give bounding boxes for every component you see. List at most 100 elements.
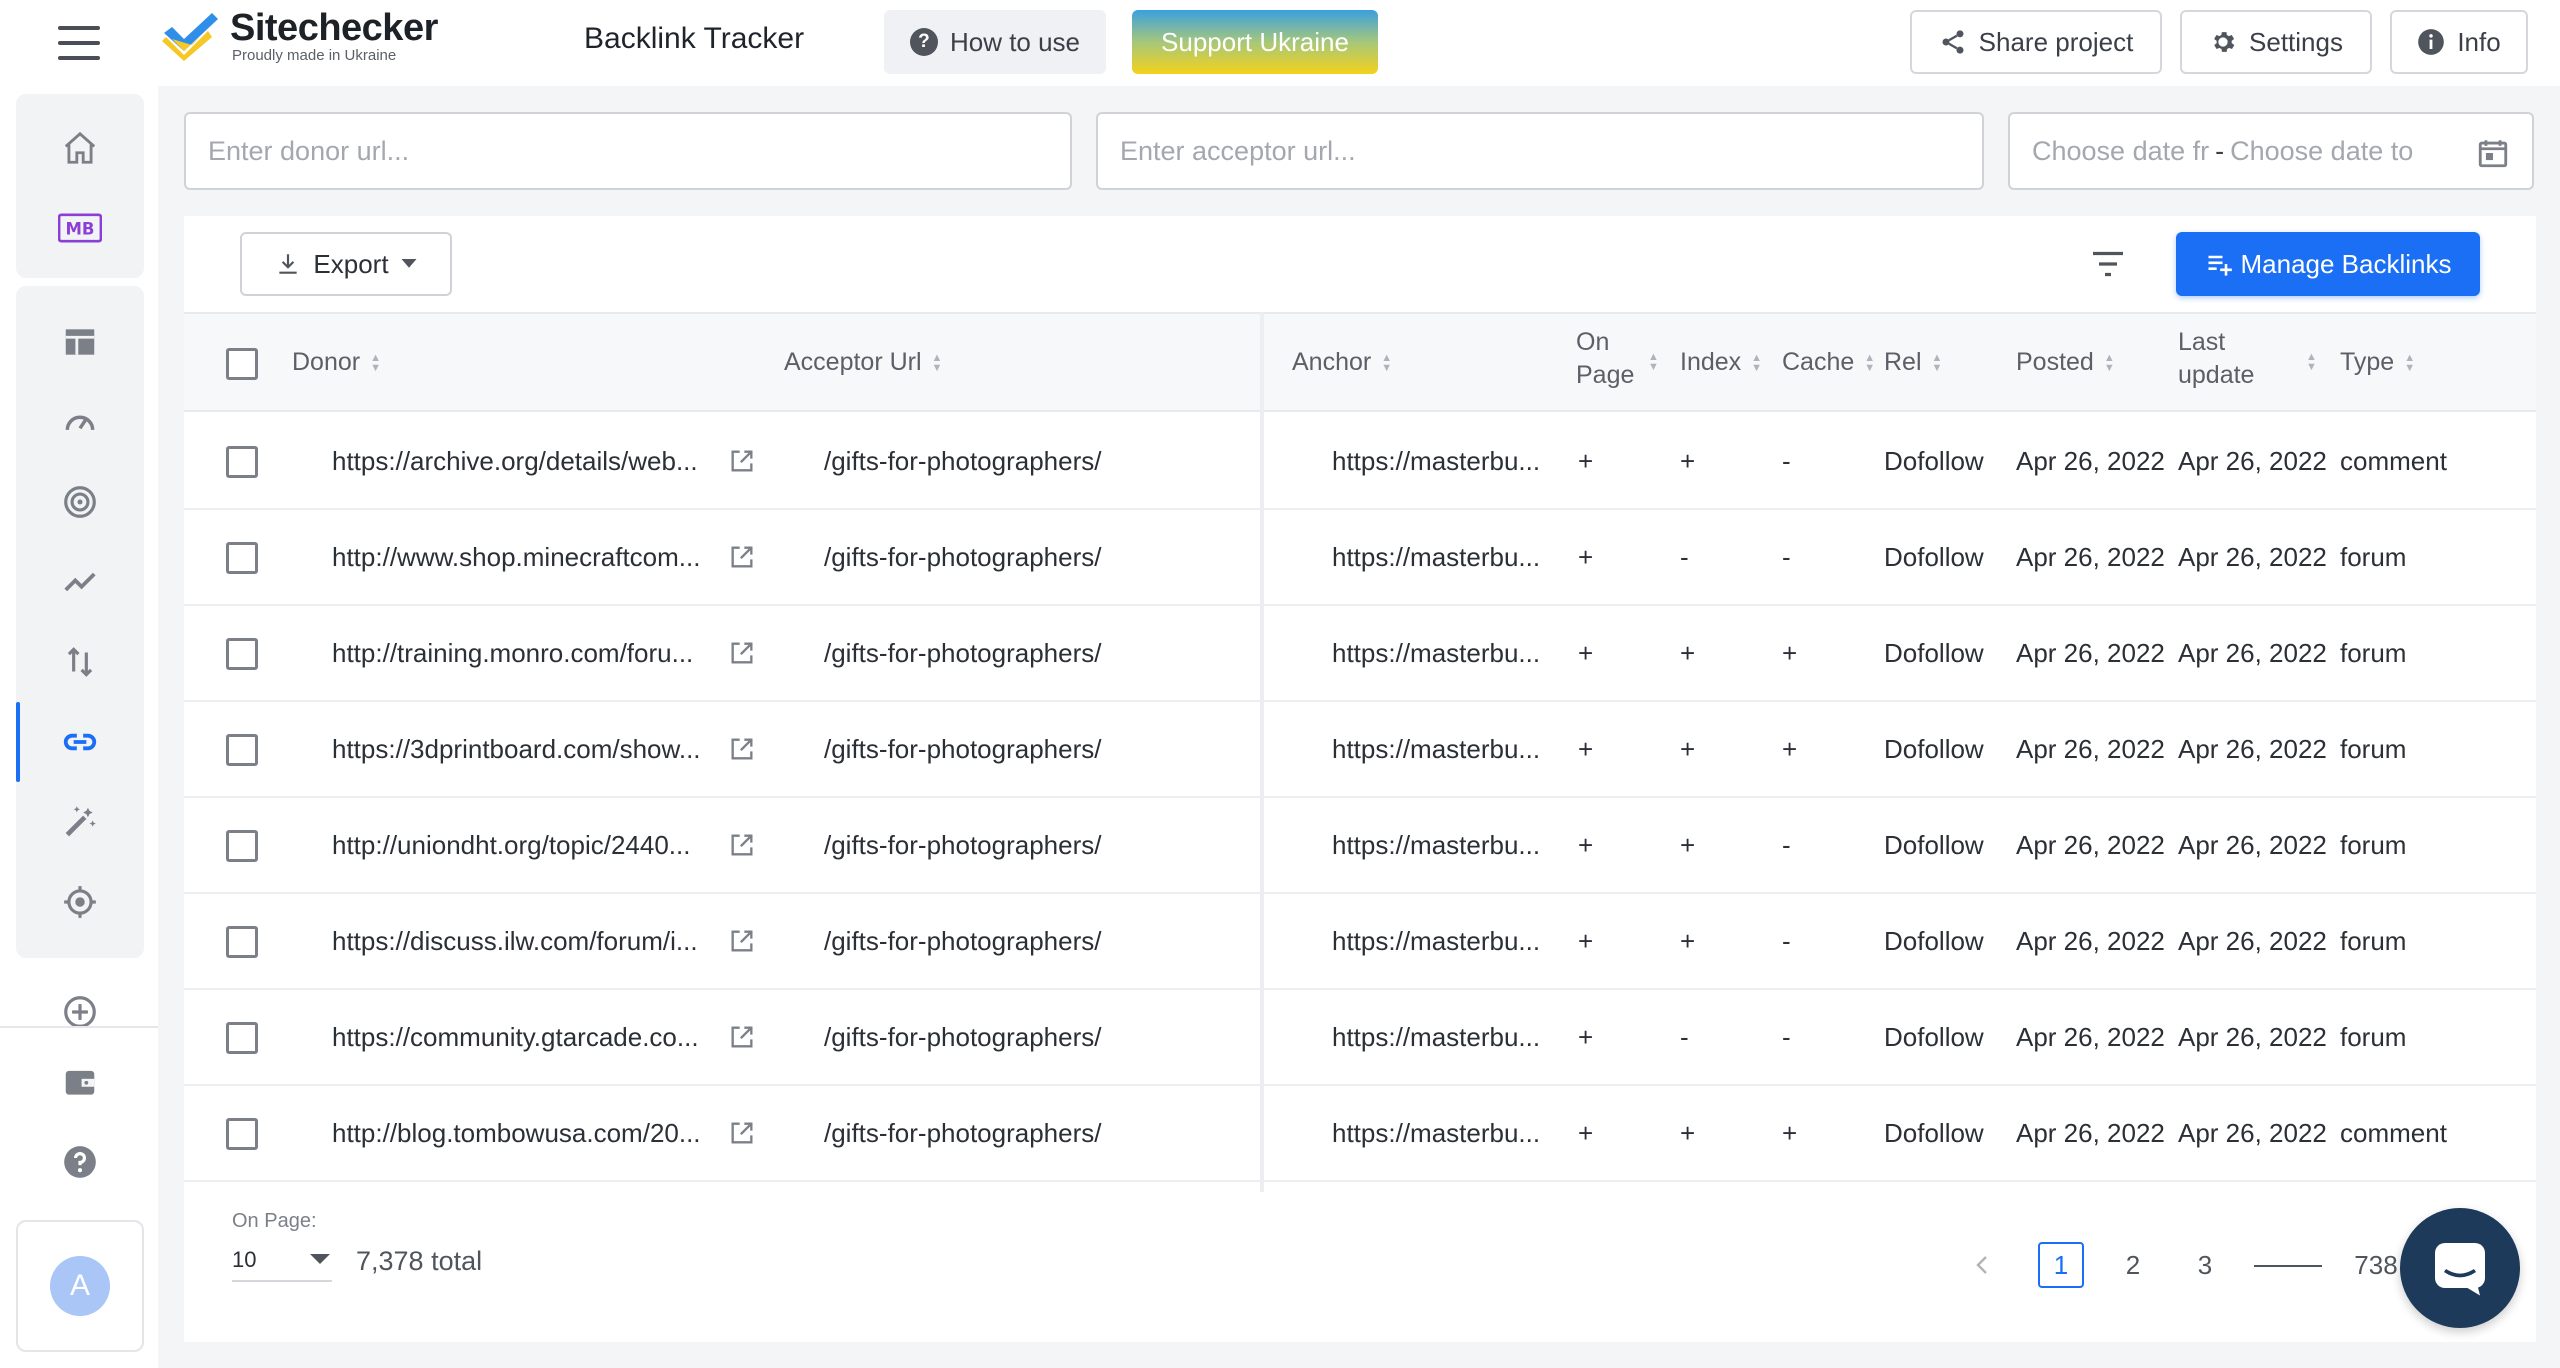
- table-row[interactable]: https://3dprintboard.com/show... /gifts-f…: [184, 702, 2536, 798]
- col-donor[interactable]: Donor ▲ ▼: [292, 348, 381, 377]
- magic-wand-icon[interactable]: [16, 792, 144, 852]
- target-icon[interactable]: [16, 472, 144, 532]
- share-project-button[interactable]: Share project: [1910, 10, 2162, 74]
- export-button[interactable]: Export: [240, 232, 452, 296]
- home-icon[interactable]: [16, 118, 144, 178]
- page-2-button[interactable]: 2: [2110, 1242, 2156, 1288]
- sort-arrows-icon[interactable]: [16, 632, 144, 692]
- rel-cell: Dofollow: [1884, 925, 1984, 956]
- page-1-button[interactable]: 1: [2038, 1242, 2084, 1288]
- date-from-input[interactable]: Choose date fr: [2032, 136, 2209, 167]
- acceptor-url-input[interactable]: [1120, 114, 1982, 188]
- col-acceptor[interactable]: Acceptor Url ▲ ▼: [784, 348, 942, 377]
- acceptor-url-field[interactable]: [1096, 112, 1984, 190]
- external-link-icon[interactable]: [728, 1023, 756, 1051]
- col-last-update[interactable]: Last update: [2178, 328, 2254, 390]
- anchor-cell[interactable]: https://masterbu...: [1332, 894, 1560, 988]
- external-link-icon[interactable]: [728, 639, 756, 667]
- col-onpage[interactable]: On Page: [1576, 328, 1634, 390]
- donor-cell[interactable]: http://training.monro.com/foru...: [332, 606, 722, 700]
- calendar-icon[interactable]: [2476, 136, 2510, 170]
- external-link-icon[interactable]: [728, 927, 756, 955]
- row-checkbox[interactable]: [226, 542, 258, 574]
- external-link-icon[interactable]: [728, 735, 756, 763]
- table-row[interactable]: http://uniondht.org/topic/2440... /gifts-…: [184, 798, 2536, 894]
- filter-icon[interactable]: [2088, 246, 2128, 282]
- table-row[interactable]: http://www.shop.minecraftcom... /gifts-fo…: [184, 510, 2536, 606]
- external-link-icon[interactable]: [728, 447, 756, 475]
- anchor-cell[interactable]: https://masterbu...: [1332, 990, 1560, 1084]
- acceptor-cell[interactable]: /gifts-for-photographers/: [824, 990, 1244, 1084]
- per-page-select[interactable]: 10: [232, 1240, 332, 1282]
- row-checkbox[interactable]: [226, 638, 258, 670]
- avatar[interactable]: A: [50, 1256, 110, 1316]
- row-checkbox[interactable]: [226, 830, 258, 862]
- row-checkbox[interactable]: [226, 926, 258, 958]
- info-button[interactable]: Info: [2390, 10, 2528, 74]
- anchor-cell[interactable]: https://masterbu...: [1332, 702, 1560, 796]
- add-circle-icon[interactable]: [16, 982, 144, 1042]
- donor-cell[interactable]: http://blog.tombowusa.com/20...: [332, 1086, 722, 1180]
- row-checkbox[interactable]: [226, 1118, 258, 1150]
- acceptor-cell[interactable]: /gifts-for-photographers/: [824, 606, 1244, 700]
- donor-cell[interactable]: http://uniondht.org/topic/2440...: [332, 798, 722, 892]
- donor-url-input[interactable]: [208, 114, 1070, 188]
- external-link-icon[interactable]: [728, 543, 756, 571]
- speedometer-icon[interactable]: [16, 392, 144, 452]
- anchor-cell[interactable]: https://masterbu...: [1332, 1086, 1560, 1180]
- table-icon[interactable]: [16, 312, 144, 372]
- donor-cell[interactable]: https://discuss.ilw.com/forum/i...: [332, 894, 722, 988]
- crosshair-icon[interactable]: [16, 872, 144, 932]
- donor-url-field[interactable]: [184, 112, 1072, 190]
- anchor-cell[interactable]: https://masterbu...: [1332, 606, 1560, 700]
- donor-cell[interactable]: https://archive.org/details/web...: [332, 414, 722, 508]
- settings-button[interactable]: Settings: [2180, 10, 2372, 74]
- help-icon[interactable]: [16, 1132, 144, 1192]
- trend-icon[interactable]: [16, 552, 144, 612]
- page-3-button[interactable]: 3: [2182, 1242, 2228, 1288]
- acceptor-cell[interactable]: /gifts-for-photographers/: [824, 414, 1244, 508]
- manage-backlinks-button[interactable]: Manage Backlinks: [2176, 232, 2480, 296]
- acceptor-cell[interactable]: /gifts-for-photographers/: [824, 702, 1244, 796]
- acceptor-cell[interactable]: /gifts-for-photographers/: [824, 894, 1244, 988]
- support-ukraine-button[interactable]: Support Ukraine: [1132, 10, 1378, 74]
- anchor-cell[interactable]: https://masterbu...: [1332, 510, 1560, 604]
- date-to-input[interactable]: Choose date to: [2230, 136, 2413, 167]
- prev-page-button[interactable]: [1962, 1242, 2002, 1288]
- acceptor-cell[interactable]: /gifts-for-photographers/: [824, 798, 1244, 892]
- col-cache[interactable]: Cache ▲ ▼: [1782, 348, 1875, 377]
- donor-cell[interactable]: https://community.gtarcade.co...: [332, 990, 722, 1084]
- acceptor-cell[interactable]: /gifts-for-photographers/: [824, 510, 1244, 604]
- user-box[interactable]: A: [16, 1220, 144, 1352]
- donor-cell[interactable]: http://www.shop.minecraftcom...: [332, 510, 722, 604]
- row-checkbox[interactable]: [226, 446, 258, 478]
- col-type[interactable]: Type ▲ ▼: [2340, 348, 2415, 377]
- row-checkbox[interactable]: [226, 1022, 258, 1054]
- table-row[interactable]: http://blog.tombowusa.com/20... /gifts-fo…: [184, 1086, 2536, 1182]
- col-anchor[interactable]: Anchor ▲ ▼: [1292, 348, 1392, 377]
- date-range-picker[interactable]: Choose date fr - Choose date to: [2008, 112, 2534, 190]
- wallet-icon[interactable]: [16, 1052, 144, 1112]
- table-row[interactable]: https://community.gtarcade.co... /gifts-f…: [184, 990, 2536, 1086]
- table-row[interactable]: https://archive.org/details/web... /gifts…: [184, 414, 2536, 510]
- external-link-icon[interactable]: [728, 831, 756, 859]
- col-rel[interactable]: Rel ▲ ▼: [1884, 348, 1942, 377]
- col-index[interactable]: Index ▲ ▼: [1680, 348, 1762, 377]
- anchor-cell[interactable]: https://masterbu...: [1332, 798, 1560, 892]
- link-icon[interactable]: [16, 712, 144, 772]
- acceptor-cell[interactable]: /gifts-for-photographers/: [824, 1086, 1244, 1180]
- col-posted[interactable]: Posted ▲ ▼: [2016, 348, 2115, 377]
- mb-logo[interactable]: MB: [16, 198, 144, 258]
- brand-logo[interactable]: Sitechecker Proudly made in Ukraine: [162, 8, 438, 64]
- select-all-checkbox[interactable]: [226, 348, 258, 380]
- external-link-icon[interactable]: [728, 1119, 756, 1147]
- donor-cell[interactable]: https://3dprintboard.com/show...: [332, 702, 722, 796]
- table-row[interactable]: http://training.monro.com/foru... /gifts-…: [184, 606, 2536, 702]
- menu-icon[interactable]: [58, 26, 100, 60]
- last-page-button[interactable]: 738: [2344, 1242, 2408, 1288]
- table-row[interactable]: https://discuss.ilw.com/forum/i... /gifts…: [184, 894, 2536, 990]
- how-to-use-button[interactable]: ? How to use: [884, 10, 1106, 74]
- row-checkbox[interactable]: [226, 734, 258, 766]
- anchor-cell[interactable]: https://masterbu...: [1332, 414, 1560, 508]
- chat-widget-button[interactable]: [2400, 1208, 2520, 1328]
